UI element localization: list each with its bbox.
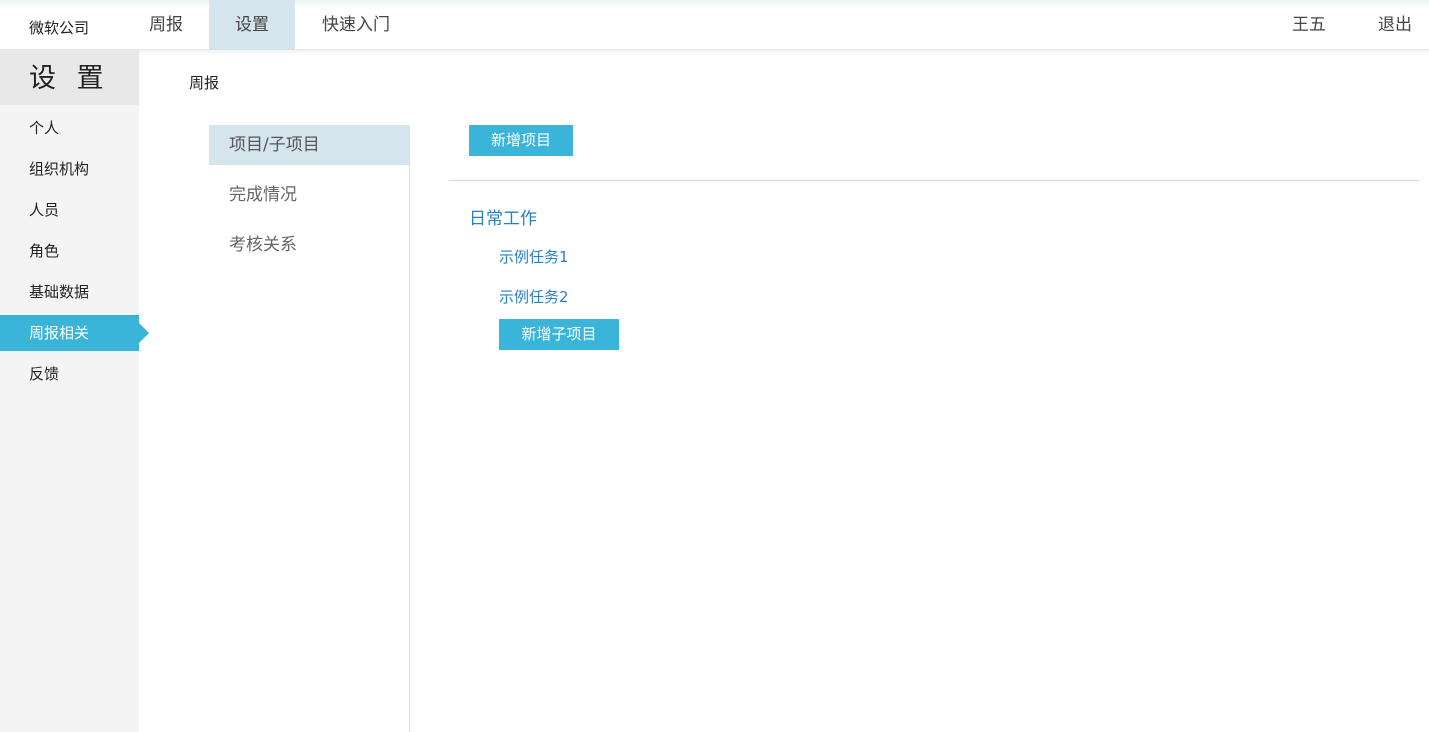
sidebar-item-personal[interactable]: 个人 <box>0 110 139 146</box>
nav-tab-settings[interactable]: 设置 <box>209 0 295 50</box>
sub-navigation: 项目/子项目 完成情况 考核关系 <box>209 125 410 732</box>
sidebar-title: 设 置 <box>0 50 139 105</box>
divider <box>449 180 1419 181</box>
logout-link[interactable]: 退出 <box>1378 0 1412 50</box>
nav-tab-weekly-report[interactable]: 周报 <box>124 0 208 50</box>
user-name-link[interactable]: 王五 <box>1292 0 1326 50</box>
project-title[interactable]: 日常工作 <box>469 204 537 229</box>
sidebar-item-feedback[interactable]: 反馈 <box>0 356 139 392</box>
subnav-item-assessment-relations[interactable]: 考核关系 <box>209 225 409 265</box>
add-subproject-button[interactable]: 新增子项目 <box>499 319 619 350</box>
sidebar-item-staff[interactable]: 人员 <box>0 192 139 228</box>
sidebar-item-roles[interactable]: 角色 <box>0 233 139 269</box>
sidebar-item-organization[interactable]: 组织机构 <box>0 151 139 187</box>
subnav-item-completion[interactable]: 完成情况 <box>209 175 409 215</box>
company-name: 微软公司 <box>29 19 90 37</box>
breadcrumb: 周报 <box>189 74 220 92</box>
sidebar-item-weekly-report-related[interactable]: 周报相关 <box>0 315 149 351</box>
settings-sidebar: 设 置 个人 组织机构 人员 角色 基础数据 周报相关 反馈 <box>0 50 149 732</box>
add-project-button[interactable]: 新增项目 <box>469 125 573 156</box>
top-bar: 微软公司 周报 设置 快速入门 王五 退出 <box>0 0 1429 50</box>
nav-tab-quick-start[interactable]: 快速入门 <box>298 0 414 50</box>
sidebar-item-basic-data[interactable]: 基础数据 <box>0 274 139 310</box>
task-link[interactable]: 示例任务2 <box>499 286 569 307</box>
subnav-item-projects[interactable]: 项目/子项目 <box>209 125 409 165</box>
task-link[interactable]: 示例任务1 <box>499 246 569 267</box>
